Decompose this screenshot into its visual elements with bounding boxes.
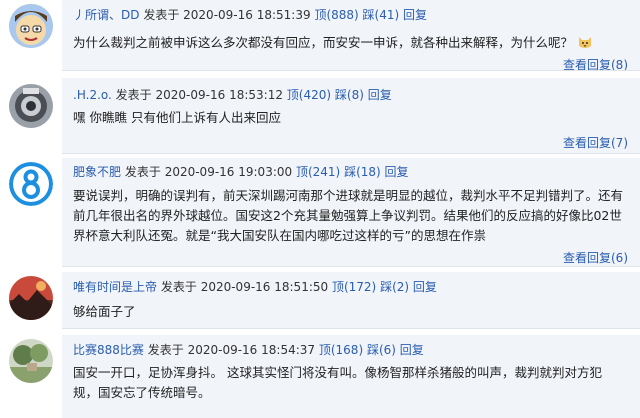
number-8-avatar-icon[interactable] bbox=[9, 162, 53, 206]
posted-label: 发表于 bbox=[124, 165, 161, 179]
upvote-link[interactable]: 顶(420) bbox=[287, 88, 331, 102]
garden-avatar-icon[interactable] bbox=[9, 339, 53, 383]
comment-item: 唯有时间是上帝 发表于 2020-09-16 18:51:50 顶(172) 踩… bbox=[0, 272, 640, 328]
reply-link[interactable]: 回复 bbox=[413, 280, 437, 294]
landscape-avatar-icon[interactable] bbox=[9, 276, 53, 320]
comment-item: .H.2.o. 发表于 2020-09-16 18:53:12 顶(420) 踩… bbox=[0, 78, 640, 153]
posted-label: 发表于 bbox=[115, 88, 152, 102]
username-link[interactable]: 比赛888比赛 bbox=[73, 343, 144, 357]
comment-meta: 比赛888比赛 发表于 2020-09-16 18:54:37 顶(168) 踩… bbox=[73, 341, 424, 358]
cat-emoji-icon bbox=[577, 34, 593, 56]
divider bbox=[62, 266, 640, 267]
upvote-link[interactable]: 顶(168) bbox=[319, 343, 363, 357]
timestamp: 2020-09-16 18:51:50 bbox=[200, 280, 329, 294]
reply-link[interactable]: 回复 bbox=[368, 88, 392, 102]
downvote-link[interactable]: 踩(41) bbox=[363, 8, 400, 22]
comment-text: 嘿 你瞧瞧 只有他们上诉有人出来回应 bbox=[73, 110, 281, 125]
posted-label: 发表于 bbox=[147, 343, 184, 357]
comment-meta: 唯有时间是上帝 发表于 2020-09-16 18:51:50 顶(172) 踩… bbox=[73, 278, 437, 295]
upvote-link[interactable]: 顶(172) bbox=[332, 280, 376, 294]
reply-link[interactable]: 回复 bbox=[385, 165, 409, 179]
comment-text: 为什么裁判之前被申诉这么多次都没有回应，而安安一申诉，就各种出来解释，为什么呢？ bbox=[73, 33, 626, 56]
username-link[interactable]: .H.2.o. bbox=[73, 88, 112, 102]
comment-item: 肥象不肥 发表于 2020-09-16 19:03:00 顶(241) 踩(18… bbox=[0, 158, 640, 266]
downvote-link[interactable]: 踩(8) bbox=[335, 88, 364, 102]
cartoon-face-avatar-icon[interactable] bbox=[9, 4, 53, 48]
comment-meta: 丿所谓、DD 发表于 2020-09-16 18:51:39 顶(888) 踩(… bbox=[73, 6, 427, 23]
comment-item: 丿所谓、DD 发表于 2020-09-16 18:51:39 顶(888) 踩(… bbox=[0, 0, 640, 72]
posted-label: 发表于 bbox=[143, 8, 180, 22]
downvote-link[interactable]: 踩(2) bbox=[380, 280, 409, 294]
timestamp: 2020-09-16 18:51:39 bbox=[183, 8, 311, 22]
comment-text-content: 为什么裁判之前被申诉这么多次都没有回应，而安安一申诉，就各种出来解释，为什么呢？ bbox=[73, 35, 574, 50]
username-link[interactable]: 丿所谓、DD bbox=[73, 8, 139, 22]
downvote-link[interactable]: 踩(6) bbox=[367, 343, 396, 357]
timestamp: 2020-09-16 18:54:37 bbox=[187, 343, 316, 357]
comment-item: 比赛888比赛 发表于 2020-09-16 18:54:37 顶(168) 踩… bbox=[0, 335, 640, 418]
reply-link[interactable]: 回复 bbox=[403, 8, 427, 22]
divider bbox=[62, 328, 640, 329]
timestamp: 2020-09-16 19:03:00 bbox=[164, 165, 293, 179]
divider bbox=[62, 70, 640, 71]
comment-text: 国安一开口，足协浑身抖。 这球其实怪门将没有叫。像杨智那样杀猪般的叫声，裁判就判… bbox=[73, 365, 602, 400]
photo-avatar-icon[interactable] bbox=[9, 84, 53, 128]
timestamp: 2020-09-16 18:53:12 bbox=[155, 88, 283, 102]
comment-text: 要说误判，明确的误判有，前天深圳踢河南那个进球就是明显的越位，裁判水平不足判错判… bbox=[73, 188, 624, 243]
upvote-link[interactable]: 顶(241) bbox=[296, 165, 340, 179]
username-link[interactable]: 肥象不肥 bbox=[73, 165, 121, 179]
comment-meta: 肥象不肥 发表于 2020-09-16 19:03:00 顶(241) 踩(18… bbox=[73, 163, 409, 180]
username-link[interactable]: 唯有时间是上帝 bbox=[73, 280, 157, 294]
posted-label: 发表于 bbox=[160, 280, 197, 294]
reply-link[interactable]: 回复 bbox=[400, 343, 424, 357]
view-replies-link[interactable]: 查看回复(7) bbox=[563, 134, 628, 151]
upvote-link[interactable]: 顶(888) bbox=[314, 8, 358, 22]
divider bbox=[62, 153, 640, 154]
view-replies-link[interactable]: 查看回复(6) bbox=[563, 249, 628, 266]
comment-meta: .H.2.o. 发表于 2020-09-16 18:53:12 顶(420) 踩… bbox=[73, 86, 392, 103]
downvote-link[interactable]: 踩(18) bbox=[344, 165, 381, 179]
comment-text: 够给面子了 bbox=[73, 304, 136, 319]
